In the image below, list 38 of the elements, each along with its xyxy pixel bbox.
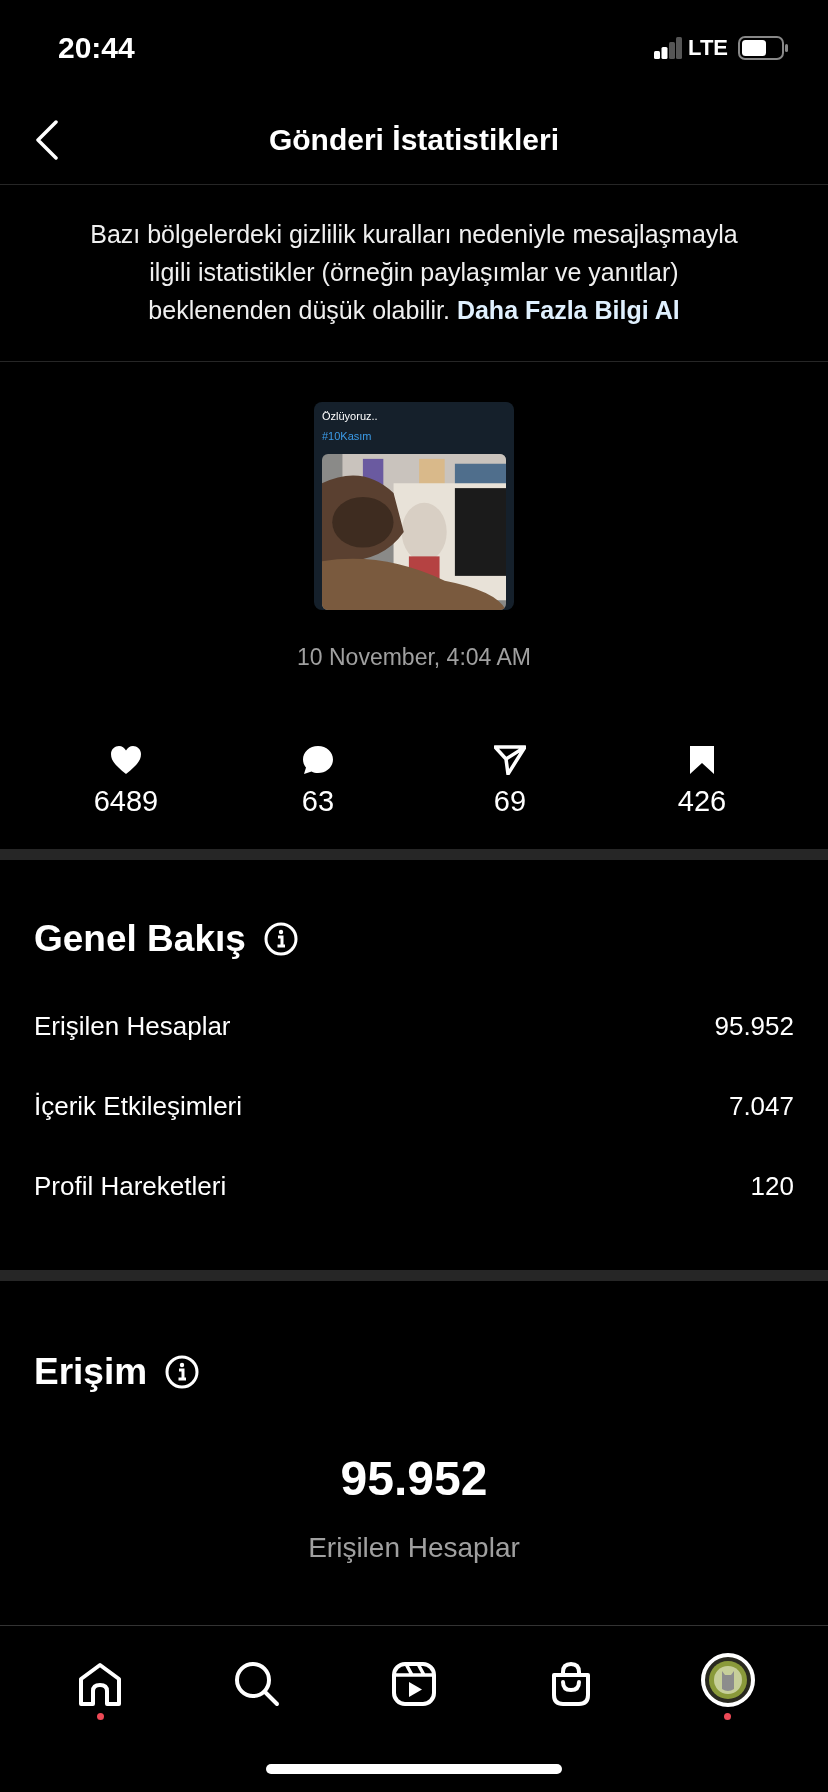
- search-icon[interactable]: [234, 1661, 281, 1707]
- comment-icon: [302, 745, 334, 775]
- notification-dot: [724, 1713, 732, 1720]
- learn-more-link[interactable]: Daha Fazla Bilgi Al: [456, 296, 680, 324]
- home-icon[interactable]: [77, 1661, 124, 1707]
- post-hashtag: #10Kasım: [322, 429, 373, 444]
- send-icon: [494, 745, 526, 775]
- post-thumbnail[interactable]: Özlüyoruz.. #10Kasım: [314, 402, 514, 610]
- screen-title: Gönderi İstatistikleri: [268, 123, 560, 157]
- section-title: Genel Bakış: [34, 918, 246, 960]
- info-icon[interactable]: [263, 922, 298, 956]
- signal-icon: [654, 37, 683, 59]
- metric-label: İçerik Etkileşimleri: [34, 1090, 243, 1122]
- stat-count: 69: [493, 785, 527, 818]
- status-time: 20:44: [58, 31, 135, 65]
- notification-dot: [96, 1713, 104, 1720]
- network-label: LTE: [688, 35, 728, 61]
- reels-icon[interactable]: [391, 1661, 437, 1707]
- stat-count: 6489: [93, 785, 159, 818]
- heart-icon: [110, 745, 142, 775]
- bookmark-icon: [688, 745, 716, 775]
- reach-label: Erişilen Hesaplar: [308, 1532, 520, 1564]
- back-icon[interactable]: [34, 120, 60, 160]
- metric-value: 95.952: [714, 1010, 794, 1042]
- section-title: Erişim: [34, 1351, 148, 1393]
- battery-icon: [738, 36, 788, 60]
- reach-count: 95.952: [340, 1451, 488, 1506]
- privacy-notice: Bazı bölgelerdeki gizlilik kuralları nedeniyle mesajlaşmayla ilgili istatistikler (örneğin paylaşımlar ve yanıtlar) beklenenden düşük olabilir. Daha Fazla Bilgi Al: [89, 219, 739, 326]
- info-icon[interactable]: [165, 1355, 200, 1389]
- post-caption: Özlüyoruz..: [322, 409, 379, 424]
- metric-label: Erişilen Hesaplar: [34, 1010, 231, 1042]
- stat-count: 426: [677, 785, 727, 818]
- post-date: 10 November, 4:04 AM: [297, 644, 531, 671]
- stat-count: 63: [301, 785, 335, 818]
- metric-value: 7.047: [728, 1090, 794, 1122]
- metric-label: Profil Hareketleri: [34, 1170, 227, 1202]
- avatar-icon[interactable]: [700, 1653, 755, 1707]
- metric-value: 120: [750, 1170, 794, 1202]
